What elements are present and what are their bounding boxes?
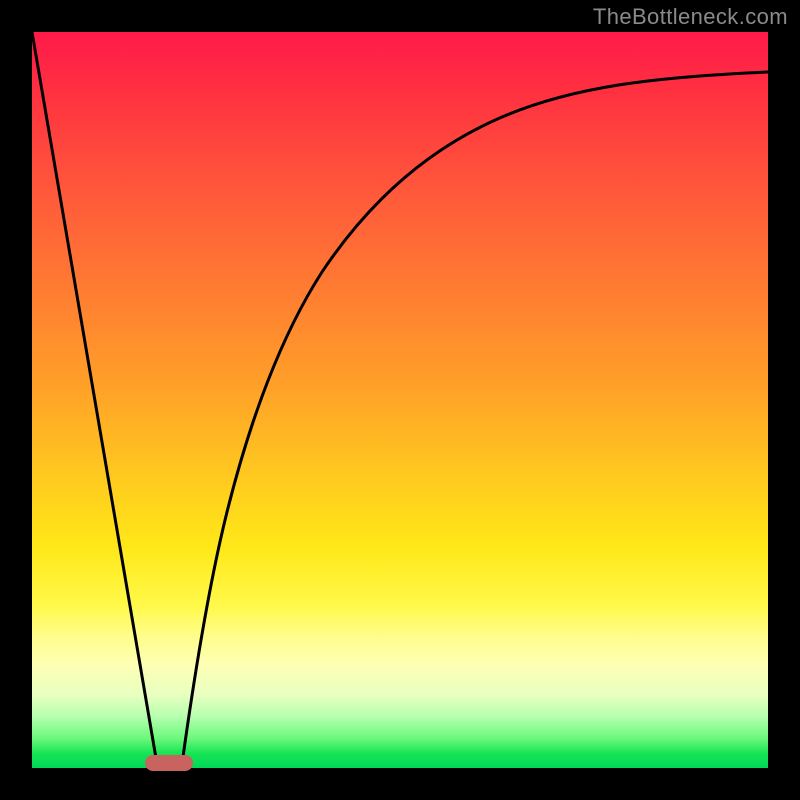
chart-svg	[32, 32, 768, 768]
bottleneck-marker	[145, 755, 193, 771]
left-line-path	[32, 32, 157, 764]
watermark-text: TheBottleneck.com	[593, 4, 788, 30]
right-curve-path	[182, 72, 768, 764]
plot-area	[32, 32, 768, 768]
outer-frame: TheBottleneck.com	[0, 0, 800, 800]
